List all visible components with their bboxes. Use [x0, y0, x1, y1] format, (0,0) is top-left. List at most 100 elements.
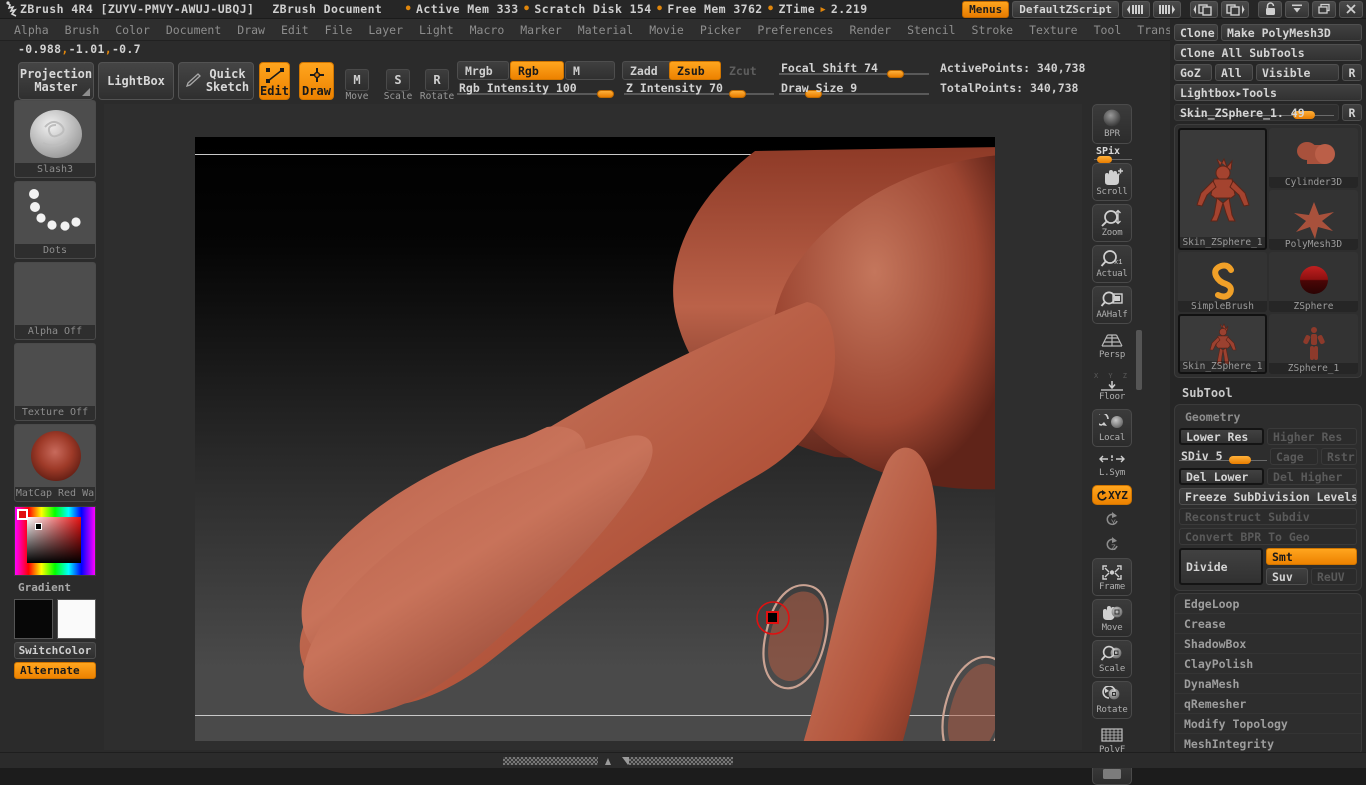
convert-bpr-button[interactable]: Convert BPR To Geo: [1179, 528, 1357, 545]
rotate-gizmo-button[interactable]: Rotate: [1092, 681, 1132, 719]
tray-right-button[interactable]: [1221, 0, 1249, 18]
tool-r-button[interactable]: R: [1342, 104, 1362, 121]
alpha-swatch[interactable]: Alpha Off: [14, 262, 96, 340]
edit-button[interactable]: Edit: [259, 62, 290, 100]
color-picker-primary-marker[interactable]: [17, 509, 28, 520]
menu-item-tool[interactable]: Tool: [1086, 21, 1130, 39]
reuv-button[interactable]: ReUV: [1311, 568, 1357, 585]
menu-item-stroke[interactable]: Stroke: [964, 21, 1022, 39]
focal-shift-knob[interactable]: [887, 70, 904, 78]
menu-item-picker[interactable]: Picker: [692, 21, 750, 39]
del-lower-button[interactable]: Del Lower: [1179, 468, 1265, 485]
color-picker[interactable]: [14, 506, 96, 576]
goz-visible-button[interactable]: Visible: [1256, 64, 1339, 81]
rotate-button[interactable]: R Rotate: [420, 64, 454, 102]
m-button[interactable]: M: [565, 61, 615, 80]
zscript-button[interactable]: DefaultZScript: [1012, 0, 1119, 18]
menu-item-edit[interactable]: Edit: [273, 21, 317, 39]
quick-sketch-button[interactable]: Quick Sketch: [178, 62, 254, 100]
divide-button[interactable]: Divide: [1179, 548, 1263, 585]
tool-name-slider[interactable]: Skin_ZSphere_1. 49: [1174, 104, 1339, 121]
zcut-button[interactable]: Zcut: [722, 61, 770, 80]
del-higher-button[interactable]: Del Higher: [1267, 468, 1357, 485]
menu-item-preferences[interactable]: Preferences: [749, 21, 841, 39]
list-item-shadowbox[interactable]: ShadowBox: [1175, 634, 1361, 654]
list-item-crease[interactable]: Crease: [1175, 614, 1361, 634]
tool-cell-skin-zsphere-1-small[interactable]: Skin_ZSphere_1: [1178, 314, 1267, 374]
menu-item-color[interactable]: Color: [107, 21, 158, 39]
lower-res-button[interactable]: Lower Res: [1179, 428, 1265, 445]
reconstruct-subdiv-button[interactable]: Reconstruct Subdiv: [1179, 508, 1357, 525]
rgb-intensity-knob[interactable]: [597, 90, 614, 98]
mrgb-button[interactable]: Mrgb: [457, 61, 509, 80]
spix-knob[interactable]: [1097, 156, 1112, 163]
document-canvas[interactable]: [195, 137, 995, 741]
bottom-right-grip[interactable]: [629, 757, 733, 765]
menu-item-brush[interactable]: Brush: [57, 21, 108, 39]
cage-button[interactable]: Cage: [1270, 448, 1318, 465]
y-symmetry-button[interactable]: Y: [1092, 508, 1132, 530]
menu-item-material[interactable]: Material: [570, 21, 641, 39]
bottom-left-grip[interactable]: [503, 757, 598, 765]
gradient-button[interactable]: Gradient: [14, 579, 96, 596]
switch-color-button[interactable]: SwitchColor: [14, 642, 96, 659]
projection-master-button[interactable]: Projection Master: [18, 62, 94, 100]
menu-item-stencil[interactable]: Stencil: [899, 21, 963, 39]
close-icon[interactable]: [1339, 0, 1363, 18]
list-item-claypolish[interactable]: ClayPolish: [1175, 654, 1361, 674]
menu-item-document[interactable]: Document: [158, 21, 229, 39]
menu-item-layer[interactable]: Layer: [360, 21, 411, 39]
tool-cell-zsphere[interactable]: ZSphere: [1269, 252, 1358, 312]
rgb-button[interactable]: Rgb: [510, 61, 564, 80]
list-item-dynamesh[interactable]: DynaMesh: [1175, 674, 1361, 694]
local-button[interactable]: Local: [1092, 409, 1132, 447]
minimize-icon[interactable]: [1285, 0, 1309, 18]
tool-cell-skin-zsphere-1[interactable]: Skin_ZSphere_1: [1178, 128, 1267, 250]
sdiv-slider[interactable]: SDiv 5: [1179, 448, 1267, 465]
zadd-button[interactable]: Zadd: [622, 61, 672, 80]
menus-button[interactable]: Menus: [962, 0, 1010, 18]
color-picker-cursor[interactable]: [35, 523, 42, 530]
lightbox-tools-button[interactable]: Lightbox▸Tools: [1174, 84, 1362, 101]
goz-all-button[interactable]: All: [1215, 64, 1253, 81]
menu-item-texture[interactable]: Texture: [1021, 21, 1085, 39]
tool-cell-polymesh3d[interactable]: PolyMesh3D: [1269, 190, 1358, 250]
material-swatch[interactable]: MatCap Red Wa: [14, 424, 96, 502]
z-symmetry-button[interactable]: Z: [1092, 533, 1132, 555]
menu-item-alpha[interactable]: Alpha: [6, 21, 57, 39]
move-gizmo-button[interactable]: Move: [1092, 599, 1132, 637]
menu-item-draw[interactable]: Draw: [229, 21, 273, 39]
xyz-symmetry-button[interactable]: XYZ: [1092, 485, 1132, 505]
clone-button[interactable]: Clone: [1174, 24, 1218, 41]
freeze-subdivision-button[interactable]: Freeze SubDivision Levels: [1179, 488, 1357, 505]
texture-swatch[interactable]: Texture Off: [14, 343, 96, 421]
brush-swatch[interactable]: Slash3: [14, 100, 96, 178]
scale-button[interactable]: S Scale: [381, 64, 415, 102]
tray-left-button[interactable]: [1190, 0, 1218, 18]
zsub-button[interactable]: Zsub: [669, 61, 721, 80]
focal-shift-slider[interactable]: Focal Shift 74: [779, 61, 929, 78]
make-polymesh3d-button[interactable]: Make PolyMesh3D: [1221, 24, 1362, 41]
suv-button[interactable]: Suv: [1266, 568, 1308, 585]
higher-res-button[interactable]: Higher Res: [1267, 428, 1357, 445]
move-button[interactable]: M Move: [340, 64, 374, 102]
tool-cell-cylinder3d[interactable]: Cylinder3D: [1269, 128, 1358, 188]
z-intensity-slider[interactable]: Z Intensity 70: [624, 81, 774, 98]
actual-button[interactable]: x1 Actual: [1092, 245, 1132, 283]
scroll-button[interactable]: Scroll: [1092, 163, 1132, 201]
menu-item-file[interactable]: File: [317, 21, 361, 39]
aahalf-button[interactable]: AAHalf: [1092, 286, 1132, 324]
goz-r-button[interactable]: R: [1342, 64, 1362, 81]
scale-gizmo-button[interactable]: Scale: [1092, 640, 1132, 678]
menu-item-macro[interactable]: Macro: [462, 21, 513, 39]
spix-slider[interactable]: SPix: [1092, 146, 1134, 163]
list-item-modify-topology[interactable]: Modify Topology: [1175, 714, 1361, 734]
menu-item-light[interactable]: Light: [411, 21, 462, 39]
stroke-swatch[interactable]: Dots: [14, 181, 96, 259]
draw-size-slider[interactable]: Draw Size 9: [779, 81, 929, 98]
z-intensity-knob[interactable]: [729, 90, 746, 98]
goz-button[interactable]: GoZ: [1174, 64, 1212, 81]
menu-item-render[interactable]: Render: [842, 21, 900, 39]
tool-cell-simplebrush[interactable]: SimpleBrush: [1178, 252, 1267, 312]
menu-item-marker[interactable]: Marker: [512, 21, 570, 39]
